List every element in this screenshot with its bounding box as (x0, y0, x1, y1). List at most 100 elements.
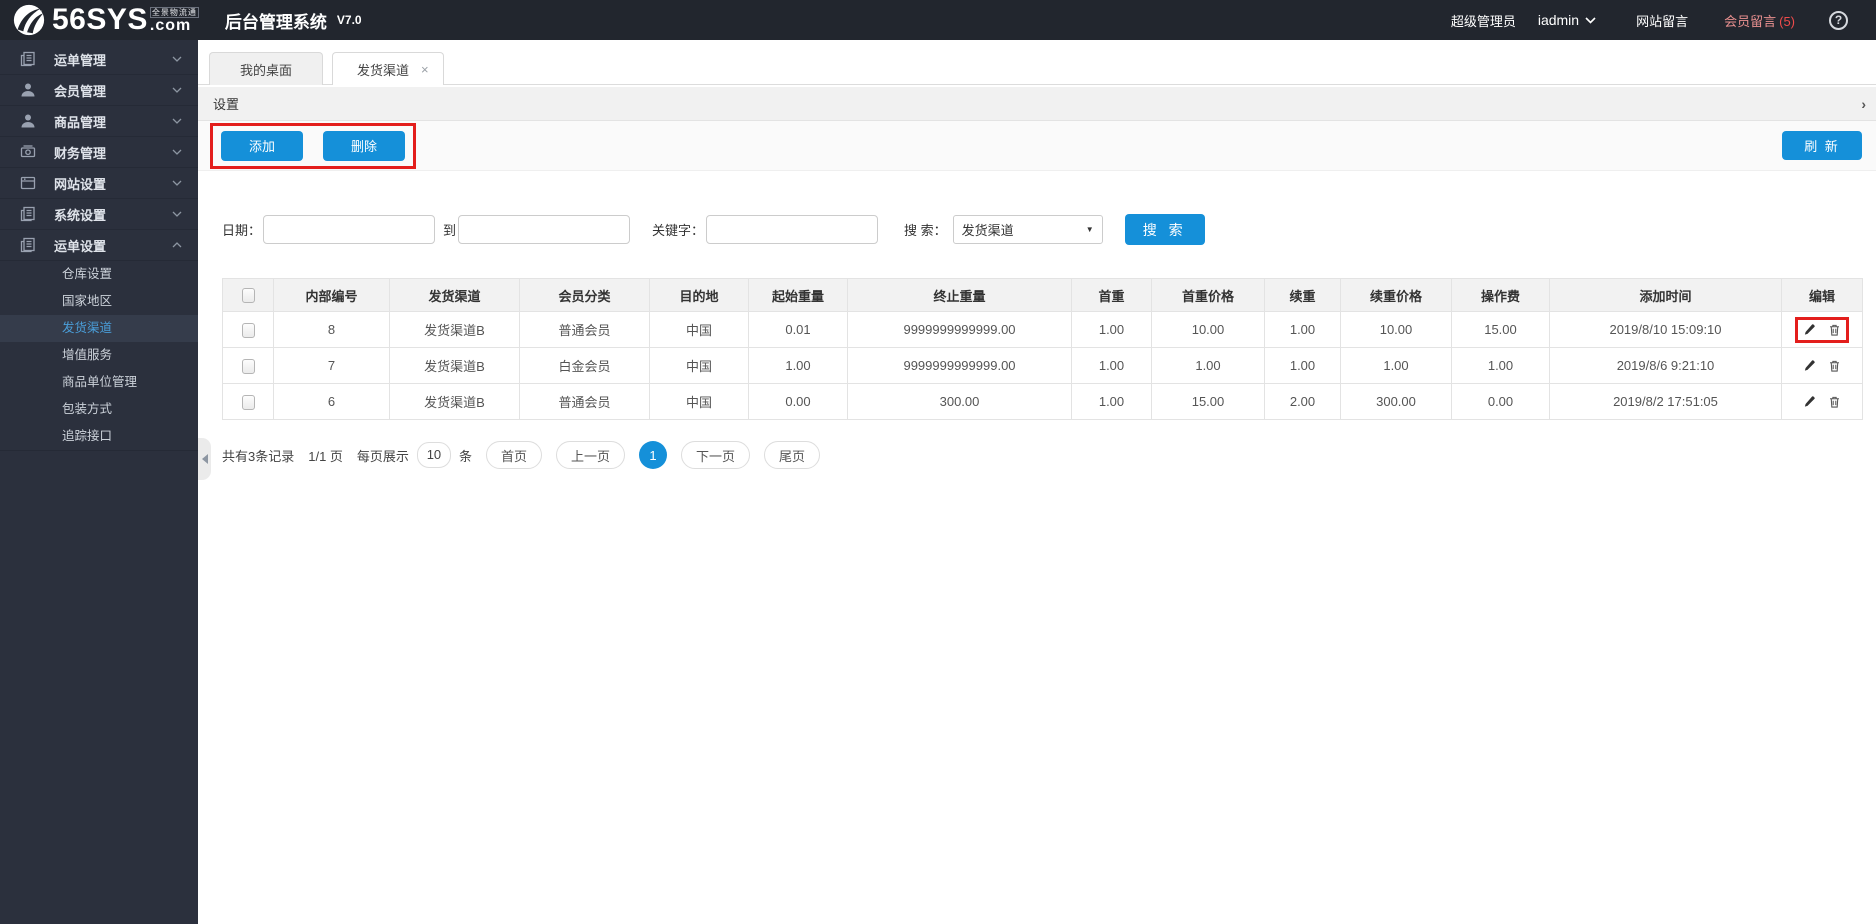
main-content: 我的桌面 发货渠道 × 设置 › 添加 删除 刷 新 日期： 到 关键字： 搜 … (198, 40, 1876, 924)
sidebar-item-label: 系统设置 (54, 207, 107, 223)
sidebar-item-waybill-settings[interactable]: 运单设置 (0, 230, 198, 261)
sidebar-subitem[interactable]: 发货渠道 (0, 315, 198, 342)
search-button[interactable]: 搜 索 (1124, 214, 1205, 245)
first-page-button[interactable]: 首页 (485, 441, 542, 469)
tab-bar: 我的桌面 发货渠道 × (198, 40, 1876, 85)
search-type-value: 发货渠道 (961, 223, 1014, 238)
sidebar-subitem[interactable]: 包装方式 (0, 396, 198, 423)
delete-trash-icon[interactable] (1828, 395, 1841, 409)
table-cell: 白金会员 (519, 347, 650, 384)
chevron-down-icon (172, 56, 182, 62)
sidebar-subitem[interactable]: 商品单位管理 (0, 369, 198, 396)
add-button[interactable]: 添加 (221, 130, 303, 161)
table-cell: 9999999999999.00 (847, 347, 1072, 384)
table-cell: 2.00 (1264, 383, 1341, 420)
last-page-button[interactable]: 尾页 (764, 441, 821, 469)
sidebar-subitem[interactable]: 仓库设置 (0, 261, 198, 288)
sidebar-item-label: 会员管理 (54, 83, 107, 99)
sidebar-collapse-handle[interactable] (198, 438, 211, 480)
table-cell: 9999999999999.00 (847, 311, 1072, 348)
chevron-down-icon (172, 118, 182, 124)
col-header: 续重 (1264, 278, 1341, 312)
per-page-input[interactable]: 10 (416, 442, 451, 468)
table-cell: 发货渠道B (389, 311, 520, 348)
close-icon[interactable]: × (421, 62, 429, 77)
tab-label: 发货渠道 (357, 62, 410, 78)
tab-shipping-channel[interactable]: 发货渠道 × (332, 52, 444, 85)
refresh-button[interactable]: 刷 新 (1782, 131, 1862, 160)
prev-page-button[interactable]: 上一页 (555, 441, 625, 469)
row-checkbox[interactable] (241, 322, 255, 338)
sidebar-item-member-management[interactable]: 会员管理 (0, 75, 198, 106)
help-icon[interactable]: ? (1829, 10, 1848, 30)
panel-header: 设置 › (198, 87, 1876, 121)
sidebar-item-label: 运单管理 (54, 52, 107, 68)
page-info: 1/1 页 (308, 448, 343, 464)
per-page-label: 每页展示 (356, 448, 409, 464)
sidebar-item-product-management[interactable]: 商品管理 (0, 106, 198, 137)
sidebar-item-finance-management[interactable]: 财务管理 (0, 137, 198, 168)
document-icon (20, 206, 35, 222)
edit-pencil-icon[interactable] (1803, 395, 1816, 408)
table-cell: 0.00 (748, 383, 848, 420)
col-header: 内部编号 (273, 278, 390, 312)
col-header: 首重 (1071, 278, 1152, 312)
table-cell: 8 (273, 311, 390, 348)
edit-pencil-icon[interactable] (1803, 359, 1816, 372)
search-type-label: 搜 索： (904, 223, 947, 238)
chevron-down-icon (172, 180, 182, 186)
chevron-right-icon[interactable]: › (1861, 96, 1866, 112)
table-cell: 2019/8/6 9:21:10 (1549, 347, 1782, 384)
waybill-icon (20, 51, 35, 67)
logo-text: 56SYS (52, 3, 148, 36)
member-messages-count: (5) (1779, 13, 1795, 29)
table-cell: 发货渠道B (389, 347, 520, 384)
red-annotation-box: 添加 删除 (210, 122, 416, 169)
search-type-select[interactable]: 发货渠道 ▼ (952, 215, 1103, 244)
document-icon (20, 237, 35, 253)
tab-my-desktop[interactable]: 我的桌面 (209, 52, 324, 85)
site-messages-link[interactable]: 网站留言 (1636, 11, 1688, 30)
table-cell: 中国 (649, 311, 749, 348)
select-all-checkbox[interactable] (241, 288, 255, 304)
table-cell: 1.00 (1071, 311, 1152, 348)
sidebar-item-system-settings[interactable]: 系统设置 (0, 199, 198, 230)
keyword-input[interactable] (706, 215, 879, 244)
sidebar-subitem[interactable]: 追踪接口 (0, 423, 198, 450)
sidebar-item-label: 财务管理 (54, 145, 107, 161)
table-cell: 15.00 (1151, 383, 1265, 420)
toolbar: 添加 删除 刷 新 (198, 121, 1876, 171)
edit-pencil-icon[interactable] (1803, 323, 1816, 336)
to-label: 到 (443, 223, 457, 238)
chevron-down-icon (1585, 16, 1596, 24)
delete-button[interactable]: 删除 (323, 130, 405, 161)
next-page-button[interactable]: 下一页 (680, 441, 750, 469)
pagination: 共有3条记录 1/1 页 每页展示 10 条 首页 上一页 1 下一页 尾页 (222, 441, 1876, 469)
col-header: 发货渠道 (389, 278, 520, 312)
col-header: 会员分类 (519, 278, 650, 312)
sidebar-item-label: 网站设置 (54, 176, 107, 192)
sidebar-item-website-settings[interactable]: 网站设置 (0, 168, 198, 199)
user-menu[interactable]: iadmin (1538, 12, 1596, 28)
sidebar-subitem[interactable]: 国家地区 (0, 288, 198, 315)
date-to-input[interactable] (458, 215, 631, 244)
unit-label: 条 (458, 448, 472, 464)
table-cell: 6 (273, 383, 390, 420)
date-from-input[interactable] (263, 215, 436, 244)
delete-trash-icon[interactable] (1828, 359, 1841, 373)
delete-trash-icon[interactable] (1828, 323, 1841, 337)
keyword-label: 关键字： (652, 223, 705, 238)
col-header: 终止重量 (847, 278, 1072, 312)
record-summary: 共有3条记录 (222, 448, 295, 464)
sidebar-subitem[interactable]: 增值服务 (0, 342, 198, 369)
table-cell: 1.00 (1264, 311, 1341, 348)
sidebar-item-waybill-management[interactable]: 运单管理 (0, 44, 198, 75)
member-messages-link[interactable]: 会员留言 (5) (1724, 11, 1795, 30)
logo[interactable]: 56SYS 全景物流通 .com (0, 3, 199, 37)
row-checkbox[interactable] (241, 358, 255, 374)
chevron-down-icon (172, 87, 182, 93)
row-checkbox[interactable] (241, 394, 255, 410)
dropdown-arrow-icon: ▼ (1085, 225, 1094, 234)
current-page-button[interactable]: 1 (638, 441, 667, 469)
table-cell: 2019/8/2 17:51:05 (1549, 383, 1782, 420)
